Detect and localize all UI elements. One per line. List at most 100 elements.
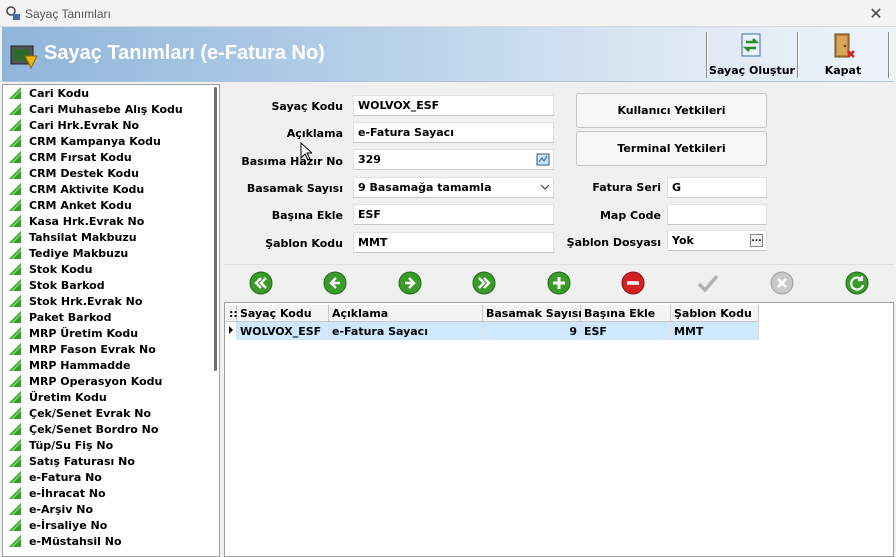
add-record-icon[interactable] <box>546 270 572 296</box>
first-record-icon[interactable] <box>248 270 274 296</box>
sidebar-item[interactable]: e-İhracat No <box>3 485 219 501</box>
sidebar-item-label: MRP Fason Evrak No <box>29 342 156 356</box>
sidebar-item[interactable]: MRP Üretim Kodu <box>3 325 219 341</box>
door-exit-icon <box>834 33 855 58</box>
sidebar-item[interactable]: Stok Hrk.Evrak No <box>3 293 219 309</box>
sidebar-item-label: CRM Aktivite Kodu <box>29 182 145 196</box>
aciklama-field[interactable]: e-Fatura Sayacı <box>353 122 554 143</box>
green-triangle-icon <box>9 247 21 259</box>
basamak-select[interactable]: 9 Basamağa tamamla <box>353 177 554 198</box>
table-cell[interactable]: MMT <box>671 322 759 340</box>
sidebar-item[interactable]: e-İrsaliye No <box>3 517 219 533</box>
map-code-field[interactable] <box>667 204 767 225</box>
sidebar-item[interactable]: Kasa Hrk.Evrak No <box>3 213 219 229</box>
refresh-icon[interactable] <box>844 270 870 296</box>
sablon-dosyasi-field[interactable]: Yok ... <box>667 230 767 251</box>
sidebar-scrollbar[interactable] <box>214 87 217 371</box>
terminal-permissions-button[interactable]: Terminal Yetkileri <box>576 131 767 166</box>
fatura-seri-field[interactable]: G <box>667 177 767 198</box>
cancel-record-icon[interactable] <box>769 270 795 296</box>
basamak-label: Basamak Sayısı <box>246 182 343 195</box>
sablon-kodu-field[interactable]: MMT <box>353 232 554 253</box>
sidebar-item-label: e-Müstahsil No <box>29 534 122 548</box>
sidebar-item-label: e-İrsaliye No <box>29 518 108 532</box>
previous-record-icon[interactable] <box>322 270 348 296</box>
sidebar-item-label: Cari Muhasebe Alış Kodu <box>29 102 183 116</box>
sidebar-item[interactable]: Cari Kodu <box>3 85 219 101</box>
user-permissions-button[interactable]: Kullanıcı Yetkileri <box>576 93 767 128</box>
table-cell[interactable]: ESF <box>581 322 671 340</box>
green-triangle-icon <box>9 199 21 211</box>
sidebar-item[interactable]: Paket Barkod <box>3 309 219 325</box>
green-triangle-icon <box>9 279 21 291</box>
last-record-icon[interactable] <box>471 270 497 296</box>
sidebar-item[interactable]: Üretim Kodu <box>3 389 219 405</box>
sidebar-item[interactable]: e-Fatura No <box>3 469 219 485</box>
sidebar-item[interactable]: Tahsilat Makbuzu <box>3 229 219 245</box>
column-header[interactable]: Başına Ekle <box>581 305 671 322</box>
basima-hazir-field[interactable]: 329 <box>353 149 554 170</box>
sidebar-item-label: Paket Barkod <box>29 310 112 324</box>
window-close-button[interactable]: ✕ <box>856 0 896 27</box>
sidebar-item-label: Tahsilat Makbuzu <box>29 230 137 244</box>
column-header[interactable]: Şablon Kodu <box>671 305 759 322</box>
sidebar-item[interactable]: e-Müstahsil No <box>3 533 219 549</box>
sidebar-item[interactable]: Cari Hrk.Evrak No <box>3 117 219 133</box>
green-triangle-icon <box>9 535 21 547</box>
green-triangle-icon <box>9 167 21 179</box>
save-record-icon[interactable] <box>695 270 721 296</box>
current-row-arrow-icon <box>229 326 233 334</box>
next-record-icon[interactable] <box>397 270 423 296</box>
sidebar-item-label: Stok Barkod <box>29 278 105 292</box>
sidebar-item[interactable]: CRM Anket Kodu <box>3 197 219 213</box>
close-button[interactable]: Kapat <box>799 30 887 80</box>
green-triangle-icon <box>9 135 21 147</box>
column-header[interactable]: Basamak Sayısı <box>483 305 582 322</box>
green-triangle-icon <box>9 455 21 467</box>
sidebar-item[interactable]: Tüp/Su Fiş No <box>3 437 219 453</box>
create-counter-button[interactable]: Sayaç Oluştur <box>708 30 796 80</box>
basima-hazir-label: Basıma Hazır No <box>241 155 343 168</box>
sidebar-item-label: Tediye Makbuzu <box>29 246 129 260</box>
sidebar-item[interactable]: Çek/Senet Evrak No <box>3 405 219 421</box>
header-icon <box>10 45 38 70</box>
green-triangle-icon <box>9 311 21 323</box>
sidebar-item[interactable]: Çek/Senet Bordro No <box>3 421 219 437</box>
sidebar-item[interactable]: Cari Muhasebe Alış Kodu <box>3 101 219 117</box>
green-triangle-icon <box>9 423 21 435</box>
mouse-cursor-icon <box>300 142 312 161</box>
edit-number-icon[interactable] <box>536 153 550 166</box>
sidebar-item-label: Satış Faturası No <box>29 454 135 468</box>
sidebar-item[interactable]: MRP Fason Evrak No <box>3 341 219 357</box>
sidebar-item[interactable]: Stok Barkod <box>3 277 219 293</box>
sidebar-item-label: Cari Hrk.Evrak No <box>29 118 140 132</box>
sidebar-item[interactable]: e-Arşiv No <box>3 501 219 517</box>
sidebar-item[interactable]: MRP Hammadde <box>3 357 219 373</box>
delete-record-icon[interactable] <box>620 270 646 296</box>
sidebar-item-label: e-Fatura No <box>29 470 102 484</box>
sidebar-item-label: CRM Anket Kodu <box>29 198 132 212</box>
close-label: Kapat <box>824 64 862 77</box>
sidebar-item[interactable]: MRP Operasyon Kodu <box>3 373 219 389</box>
app-icon <box>6 6 20 20</box>
basina-ekle-field[interactable]: ESF <box>353 204 554 225</box>
sidebar-item-label: CRM Kampanya Kodu <box>29 134 161 148</box>
sidebar-item[interactable]: Satış Faturası No <box>3 453 219 469</box>
table-cell[interactable]: e-Fatura Sayacı <box>329 322 483 340</box>
green-triangle-icon <box>9 231 21 243</box>
sidebar-item[interactable]: CRM Aktivite Kodu <box>3 181 219 197</box>
browse-file-button[interactable]: ... <box>750 234 763 247</box>
sidebar-item[interactable]: CRM Kampanya Kodu <box>3 133 219 149</box>
sayac-kodu-field[interactable]: WOLVOX_ESF <box>353 95 554 116</box>
sidebar-item[interactable]: CRM Fırsat Kodu <box>3 149 219 165</box>
table-cell[interactable]: WOLVOX_ESF <box>237 322 329 340</box>
table-cell[interactable]: 9 <box>483 322 581 340</box>
green-triangle-icon <box>9 151 21 163</box>
sidebar-item[interactable]: Stok Kodu <box>3 261 219 277</box>
column-header[interactable]: Açıklama <box>329 305 483 322</box>
sidebar-item-label: Çek/Senet Bordro No <box>29 422 159 436</box>
sidebar-item[interactable]: Tediye Makbuzu <box>3 245 219 261</box>
sidebar-item[interactable]: CRM Destek Kodu <box>3 165 219 181</box>
column-header[interactable]: Sayaç Kodu <box>237 305 329 322</box>
green-triangle-icon <box>9 103 21 115</box>
